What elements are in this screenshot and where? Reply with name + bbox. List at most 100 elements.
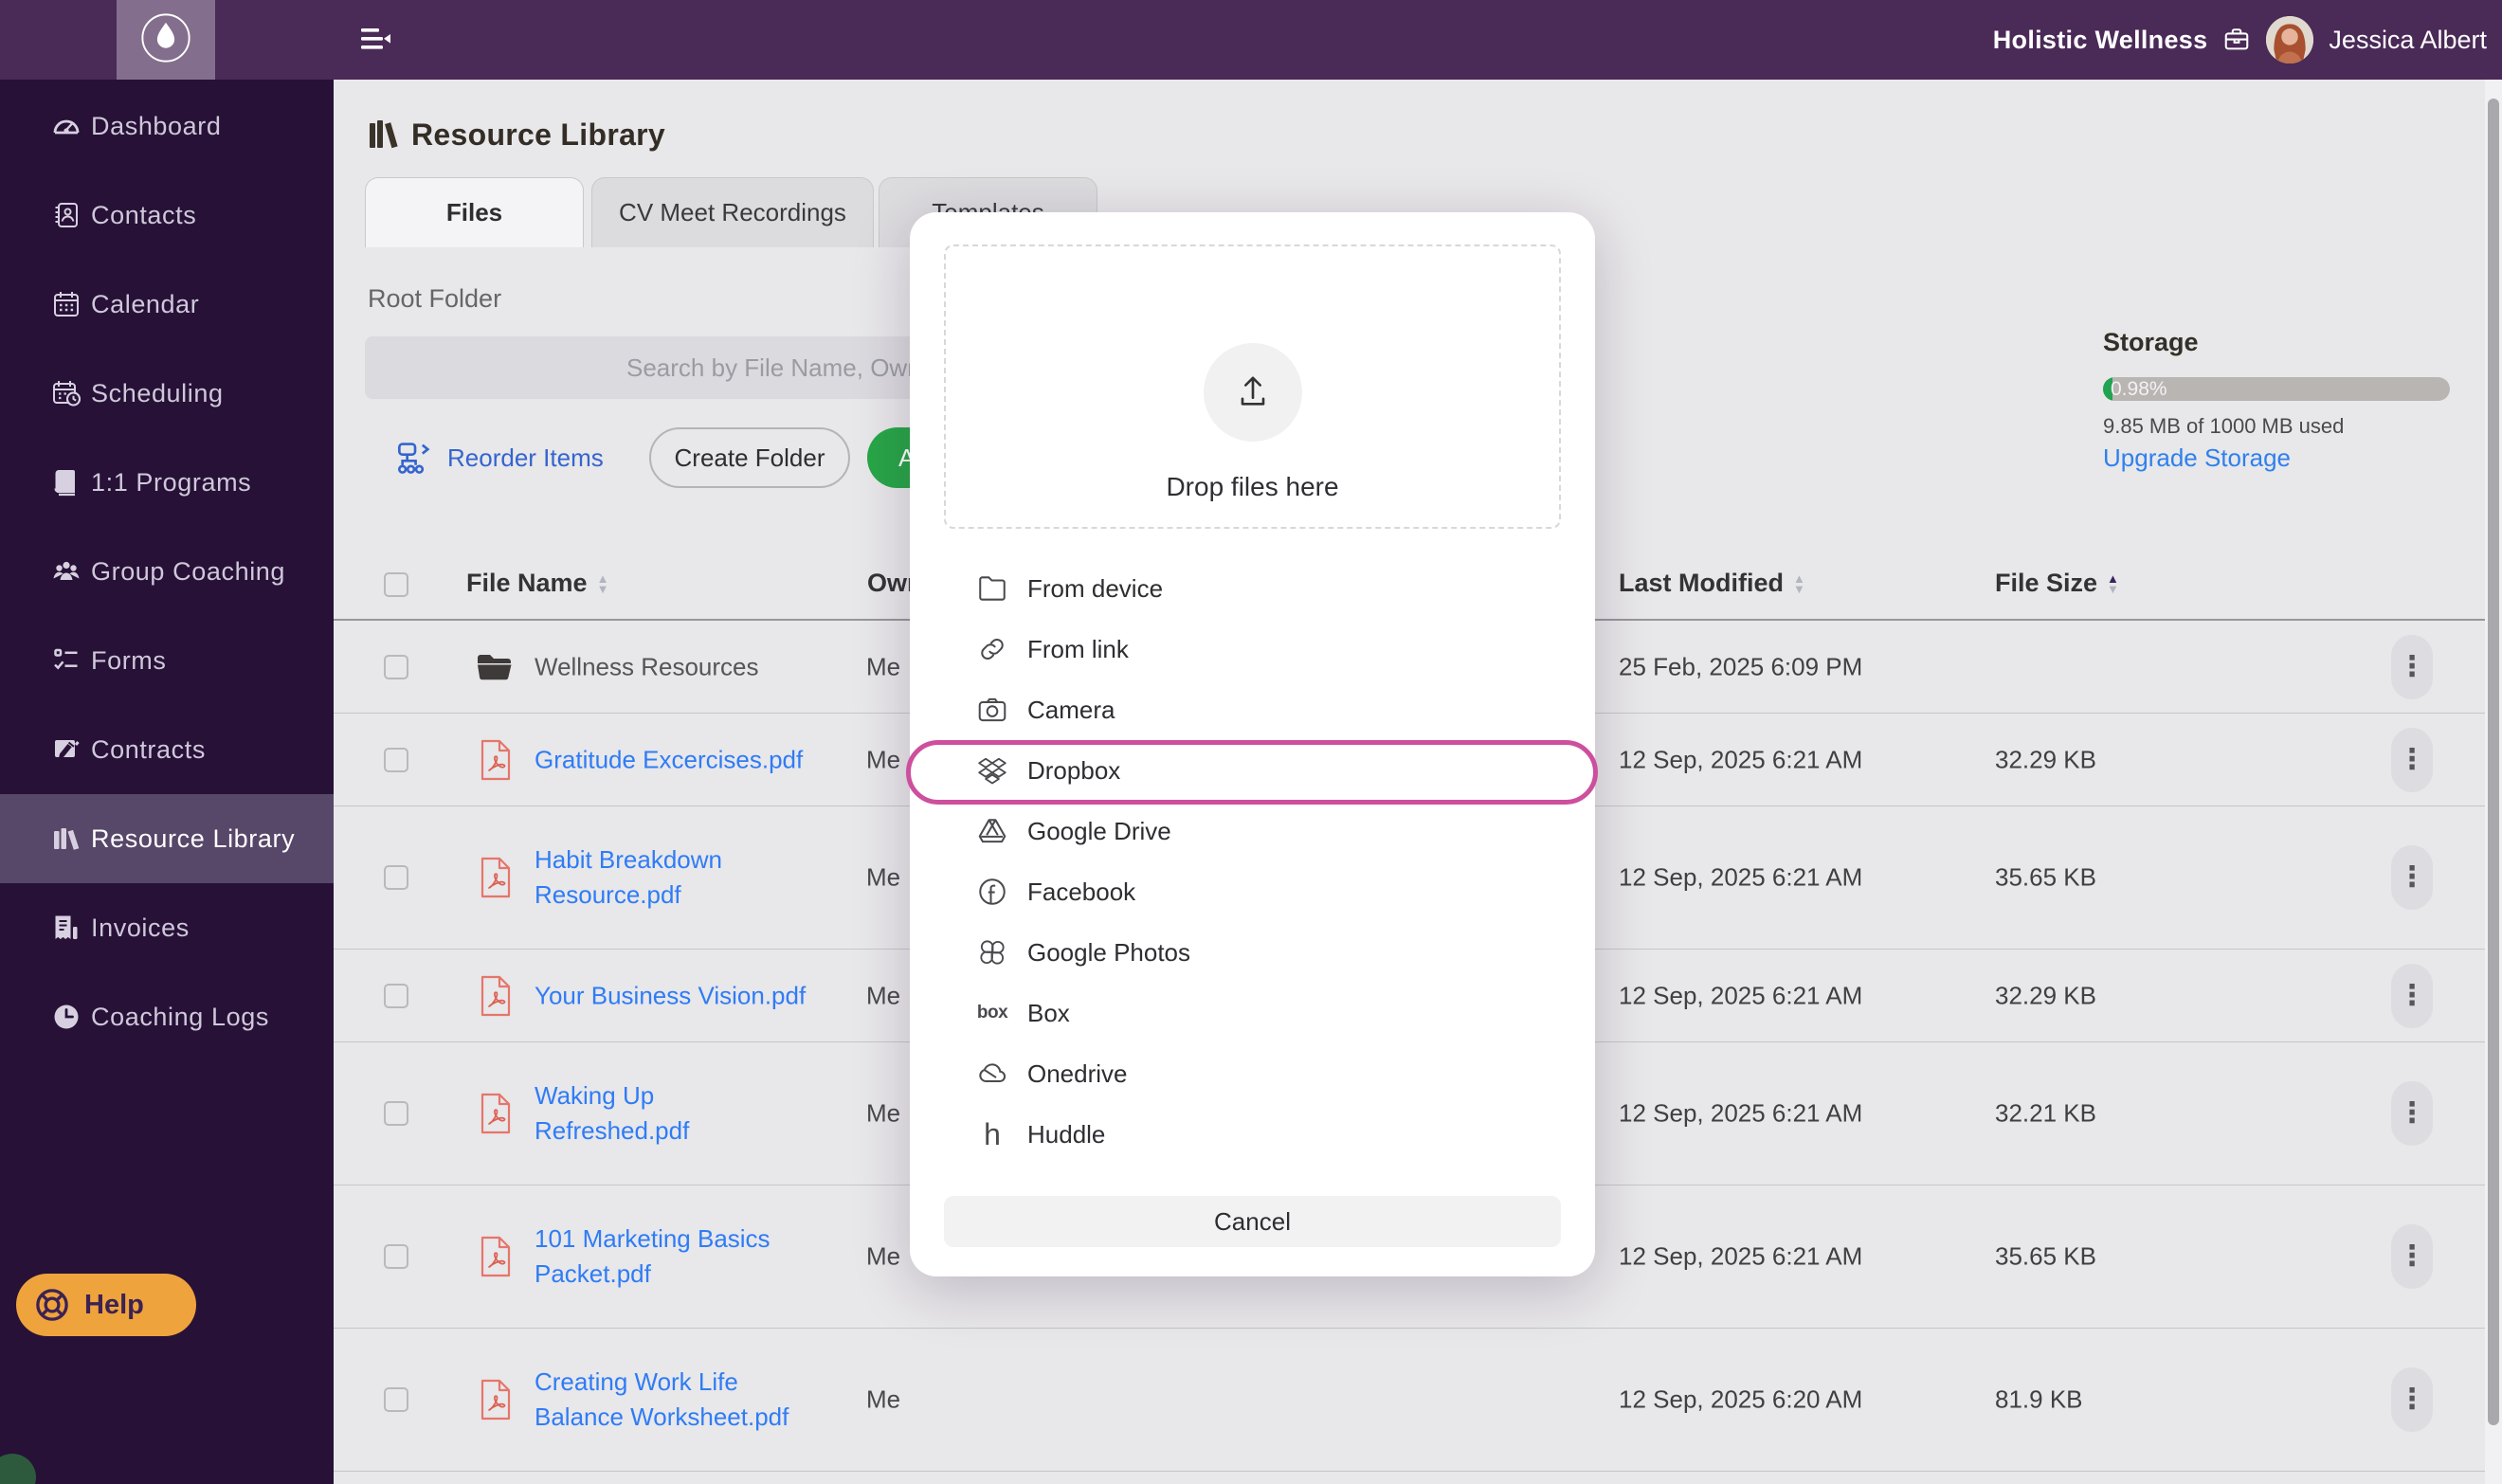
row-menu-button[interactable]: ⋮	[2391, 1081, 2433, 1146]
row-menu-button[interactable]: ⋮	[2391, 1224, 2433, 1289]
upload-source-icon	[976, 633, 1008, 665]
upload-source-item[interactable]: Google Drive	[910, 801, 1595, 861]
dropzone[interactable]: Drop files here	[944, 244, 1561, 529]
topbar-right: Holistic Wellness Jessica Albert	[1993, 0, 2487, 80]
sidebar-collapse-icon[interactable]	[358, 24, 392, 56]
workspace-briefcase-icon[interactable]	[2222, 26, 2251, 54]
file-name-link[interactable]: Habit Breakdown Resource.pdf	[535, 842, 847, 913]
column-file-size[interactable]: File Size▲▼	[1995, 569, 2119, 598]
cancel-button[interactable]: Cancel	[944, 1196, 1561, 1247]
sidebar-item[interactable]: Dashboard	[0, 81, 334, 171]
upload-source-icon	[976, 936, 1008, 968]
sidebar-item-label: Coaching Logs	[91, 1003, 269, 1032]
upload-icon	[1232, 370, 1274, 416]
brand-logo[interactable]	[117, 0, 215, 80]
app-root: Holistic Wellness Jessica Albert Dashboa…	[0, 0, 2502, 1484]
user-name[interactable]: Jessica Albert	[2329, 26, 2487, 55]
file-type-icon	[476, 738, 516, 782]
column-file-name[interactable]: File Name▲▼	[466, 569, 608, 598]
row-checkbox[interactable]	[384, 1244, 408, 1269]
file-last-modified: 12 Sep, 2025 6:21 AM	[1619, 863, 1862, 893]
breadcrumb: Root Folder	[368, 284, 501, 314]
file-type-icon	[476, 1378, 516, 1421]
water-drop-logo-icon	[137, 9, 194, 71]
sidebar-item[interactable]: Contracts	[0, 705, 334, 794]
sidebar-item[interactable]: Invoices	[0, 883, 334, 972]
page-scrollbar[interactable]	[2485, 80, 2502, 1484]
file-last-modified: 12 Sep, 2025 6:20 AM	[1619, 1385, 1862, 1415]
file-name-link[interactable]: Your Business Vision.pdf	[535, 978, 847, 1013]
file-type-icon	[476, 974, 516, 1018]
workspace-name: Holistic Wellness	[1993, 26, 2208, 55]
row-checkbox[interactable]	[384, 748, 408, 772]
file-owner: Me	[866, 1099, 900, 1129]
upload-source-label: Dropbox	[1027, 756, 1120, 786]
upload-source-item[interactable]: Onedrive	[910, 1043, 1595, 1104]
sidebar-item[interactable]: Forms	[0, 616, 334, 705]
upload-source-item[interactable]: h Huddle	[910, 1104, 1595, 1165]
upload-source-icon	[976, 754, 1008, 787]
file-owner: Me	[866, 863, 900, 893]
scrollbar-thumb[interactable]	[2488, 99, 2499, 1425]
row-menu-button[interactable]: ⋮	[2391, 635, 2433, 699]
sidebar-item[interactable]: Contacts	[0, 171, 334, 260]
file-name-link[interactable]: Wellness Resources	[535, 649, 847, 684]
file-name-link[interactable]: Creating Work Life Balance Worksheet.pdf	[535, 1365, 847, 1435]
upgrade-storage-link[interactable]: Upgrade Storage	[2103, 443, 2291, 473]
row-menu-button[interactable]: ⋮	[2391, 728, 2433, 792]
file-last-modified: 12 Sep, 2025 6:21 AM	[1619, 1242, 1862, 1272]
storage-usage-text: 9.85 MB of 1000 MB used	[2103, 414, 2344, 439]
sidebar-item[interactable]: 1:1 Programs	[0, 438, 334, 527]
upload-circle	[1204, 343, 1302, 442]
row-checkbox[interactable]	[384, 984, 408, 1008]
create-folder-button[interactable]: Create Folder	[649, 427, 850, 488]
row-checkbox[interactable]	[384, 865, 408, 890]
tab-label: Files	[446, 198, 502, 227]
sidebar-item[interactable]: Calendar	[0, 260, 334, 349]
row-menu-button[interactable]: ⋮	[2391, 964, 2433, 1028]
row-menu-button[interactable]: ⋮	[2391, 1367, 2433, 1432]
upload-source-item[interactable]: From device	[910, 558, 1595, 619]
upload-modal: Drop files here From device From link Ca…	[910, 212, 1595, 1276]
sort-icon[interactable]: ▲ ▼	[597, 573, 609, 594]
row-checkbox[interactable]	[384, 1387, 408, 1412]
storage-progress-bar: 0.98%	[2103, 377, 2450, 401]
sidebar-item[interactable]: Resource Library	[0, 794, 334, 883]
file-type-icon	[476, 1092, 516, 1135]
row-checkbox[interactable]	[384, 655, 408, 679]
tab[interactable]: Files	[365, 177, 584, 247]
file-name-link[interactable]: Gratitude Excercises.pdf	[535, 742, 847, 777]
row-checkbox[interactable]	[384, 1101, 408, 1126]
sidebar-item[interactable]: Coaching Logs	[0, 972, 334, 1061]
upload-source-label: Google Photos	[1027, 938, 1190, 968]
tab[interactable]: CV Meet Recordings	[591, 177, 874, 247]
sidebar-item[interactable]: Scheduling	[0, 349, 334, 438]
file-name-link[interactable]: Waking Up Refreshed.pdf	[535, 1078, 847, 1149]
file-size: 35.65 KB	[1995, 863, 2096, 893]
avatar[interactable]	[2266, 16, 2313, 63]
file-type-icon	[476, 1235, 516, 1278]
table-row: Creating Work Life Balance Worksheet.pdf…	[334, 1329, 2502, 1472]
reorder-items-label: Reorder Items	[447, 443, 604, 473]
select-all-checkbox[interactable]	[384, 572, 408, 597]
upload-source-item[interactable]: Dropbox	[910, 740, 1595, 801]
sidebar-item-label: Contacts	[91, 201, 196, 230]
column-last-modified[interactable]: Last Modified▲▼	[1619, 569, 1805, 598]
sort-icon[interactable]: ▲ ▼	[1793, 573, 1805, 594]
upload-source-item[interactable]: Google Photos	[910, 922, 1595, 983]
file-name-link[interactable]: 101 Marketing Basics Packet.pdf	[535, 1222, 847, 1292]
storage-percent: 0.98%	[2111, 377, 2167, 401]
sort-icon-active[interactable]: ▲ ▼	[2107, 573, 2119, 594]
upload-source-item[interactable]: box Box	[910, 983, 1595, 1043]
sidebar-item[interactable]: Group Coaching	[0, 527, 334, 616]
upload-source-item[interactable]: From link	[910, 619, 1595, 679]
top-bar: Holistic Wellness Jessica Albert	[0, 0, 2502, 80]
chat-widget-sliver[interactable]	[0, 1454, 36, 1484]
upload-source-list: From device From link Camera Dropbox Goo…	[910, 558, 1595, 1165]
upload-source-item[interactable]: Camera	[910, 679, 1595, 740]
file-last-modified: 12 Sep, 2025 6:21 AM	[1619, 981, 1862, 1010]
upload-source-item[interactable]: Facebook	[910, 861, 1595, 922]
reorder-items-button[interactable]: Reorder Items	[396, 428, 604, 487]
row-menu-button[interactable]: ⋮	[2391, 845, 2433, 910]
help-button[interactable]: Help	[16, 1274, 196, 1336]
